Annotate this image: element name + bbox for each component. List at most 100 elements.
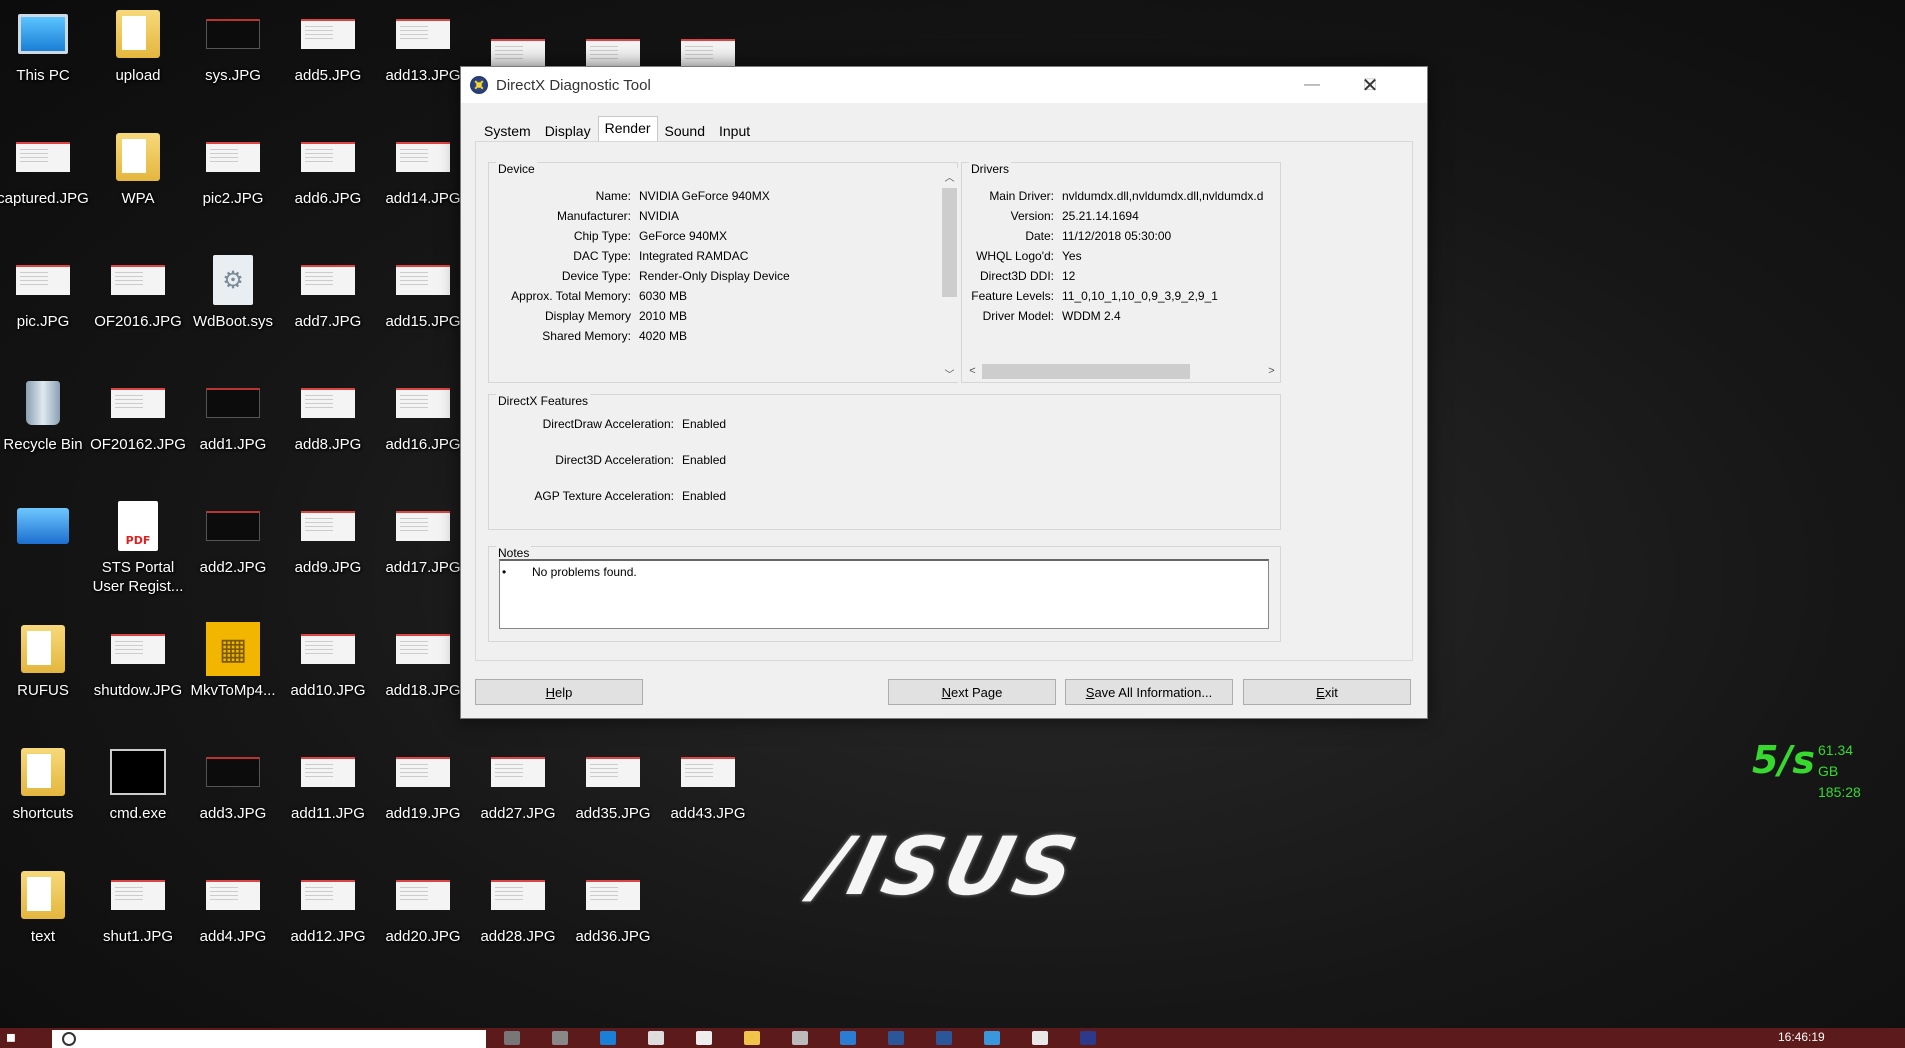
taskbar-app-icon[interactable]	[600, 1031, 616, 1045]
desktop-icon[interactable]: ▦ MkvToMp4...	[186, 615, 280, 730]
desktop-icon[interactable]	[0, 492, 90, 607]
desktop-icon[interactable]: RUFUS	[0, 615, 90, 730]
folder-icon	[110, 8, 166, 60]
sys-graphic: ⚙	[213, 255, 253, 305]
scrollbar-thumb[interactable]	[982, 364, 1190, 379]
help-label: elp	[555, 684, 573, 700]
desktop-icon[interactable]: upload	[91, 0, 185, 115]
desktop-icon[interactable]: add11.JPG	[281, 738, 375, 853]
desktop-icon[interactable]: add19.JPG	[376, 738, 470, 853]
folder-graphic	[116, 10, 160, 58]
exit-button[interactable]: Exit	[1243, 679, 1411, 705]
driver-row: Direct3D DDI: 12	[962, 269, 1075, 289]
driver-value: 12	[1062, 269, 1076, 283]
taskbar-clock[interactable]: 16:46:19	[1778, 1030, 1825, 1044]
desktop-icon[interactable]: cmd.exe	[91, 738, 185, 853]
taskbar-app-icon[interactable]	[1032, 1031, 1048, 1045]
desktop-icon[interactable]: add12.JPG	[281, 861, 375, 976]
desktop-icon[interactable]: add3.JPG	[186, 738, 280, 853]
taskbar-app-icon[interactable]	[888, 1031, 904, 1045]
desktop-icon[interactable]: add8.JPG	[281, 369, 375, 484]
jpg-dark-icon	[205, 500, 261, 552]
tab-render[interactable]: Render	[597, 116, 658, 141]
notes-box[interactable]: • No problems found.	[499, 559, 1269, 629]
taskbar-app-icon[interactable]	[840, 1031, 856, 1045]
desktop-icon[interactable]: pic2.JPG	[186, 123, 280, 238]
net-speed: 5/s	[1752, 738, 1815, 782]
desktop-icon[interactable]: PDF STS Portal User Regist...	[91, 492, 185, 607]
desktop-icon[interactable]: add16.JPG	[376, 369, 470, 484]
help-button[interactable]: Help	[475, 679, 643, 705]
taskbar-app-icon[interactable]	[696, 1031, 712, 1045]
scroll-down-arrow-icon[interactable]: ﹀	[941, 365, 958, 382]
desktop-icon[interactable]: add5.JPG	[281, 0, 375, 115]
scroll-right-arrow-icon[interactable]: >	[1263, 362, 1280, 380]
taskbar-app-icon[interactable]	[792, 1031, 808, 1045]
desktop-icon[interactable]: This PC	[0, 0, 90, 115]
desktop-icon[interactable]: shortcuts	[0, 738, 90, 853]
save-all-information-button[interactable]: Save All Information...	[1065, 679, 1233, 705]
desktop-icon[interactable]: Recycle Bin	[0, 369, 90, 484]
close-button[interactable]: ✕	[1341, 67, 1399, 103]
device-row: Shared Memory: 4020 MB	[489, 329, 687, 349]
desktop-icon[interactable]: add36.JPG	[566, 861, 660, 976]
driver-key: Driver Model:	[982, 309, 1054, 323]
taskbar-app-icon[interactable]	[984, 1031, 1000, 1045]
desktop-icon[interactable]: OF2016.JPG	[91, 246, 185, 361]
desktop-icon[interactable]: add2.JPG	[186, 492, 280, 607]
desktop-icon[interactable]: add27.JPG	[471, 738, 565, 853]
desktop-icon[interactable]: ⚙ WdBoot.sys	[186, 246, 280, 361]
desktop-icon[interactable]: add17.JPG	[376, 492, 470, 607]
jpg-white-graphic	[301, 19, 355, 49]
desktop-icon-label: MkvToMp4...	[190, 682, 276, 699]
desktop-icon[interactable]: add18.JPG	[376, 615, 470, 730]
scroll-left-arrow-icon[interactable]: <	[964, 362, 981, 380]
desktop-icon[interactable]: add15.JPG	[376, 246, 470, 361]
jpg-white-icon	[300, 869, 356, 921]
taskbar-search-box[interactable]	[52, 1030, 486, 1048]
taskbar-app-icon[interactable]	[744, 1031, 760, 1045]
taskbar-app-icon[interactable]	[1080, 1031, 1096, 1045]
scroll-up-arrow-icon[interactable]: ︿	[941, 168, 958, 185]
taskbar-app-icon[interactable]	[648, 1031, 664, 1045]
start-button[interactable]: ◼	[6, 1030, 22, 1046]
window-titlebar[interactable]: ✕ DirectX Diagnostic Tool — ☐ ✕	[461, 67, 1427, 103]
desktop-icon[interactable]: shutdow.JPG	[91, 615, 185, 730]
desktop-icon[interactable]: add6.JPG	[281, 123, 375, 238]
desktop-icon-label: shortcuts	[12, 805, 74, 822]
desktop-icon-label: add12.JPG	[290, 928, 366, 945]
asus-logo: /ISUS	[806, 820, 1089, 913]
minimize-button[interactable]: —	[1283, 67, 1341, 103]
device-vertical-scrollbar[interactable]: ︿ ﹀	[941, 168, 958, 382]
desktop-icon[interactable]: add10.JPG	[281, 615, 375, 730]
desktop-icon[interactable]: pic.JPG	[0, 246, 90, 361]
scrollbar-thumb[interactable]	[942, 188, 957, 297]
feature-row: DirectDraw Acceleration: Enabled	[489, 417, 726, 437]
driver-value: 25.21.14.1694	[1062, 209, 1139, 223]
desktop-icon[interactable]: add35.JPG	[566, 738, 660, 853]
desktop-icon[interactable]: add20.JPG	[376, 861, 470, 976]
desktop-icon[interactable]: sys.JPG	[186, 0, 280, 115]
notes-text: No problems found.	[532, 565, 637, 579]
taskbar-app-icon[interactable]	[936, 1031, 952, 1045]
desktop-icon[interactable]: add28.JPG	[471, 861, 565, 976]
desktop-icon[interactable]: captured.JPG	[0, 123, 90, 238]
desktop-icon[interactable]: add7.JPG	[281, 246, 375, 361]
taskbar-app-icon[interactable]	[552, 1031, 568, 1045]
desktop-icon-label: add14.JPG	[385, 190, 461, 207]
device-value: Render-Only Display Device	[639, 269, 790, 283]
desktop-icon[interactable]: add43.JPG	[661, 738, 755, 853]
desktop-icon[interactable]: add13.JPG	[376, 0, 470, 115]
desktop-icon[interactable]: shut1.JPG	[91, 861, 185, 976]
desktop-icon[interactable]: add1.JPG	[186, 369, 280, 484]
desktop-icon[interactable]: OF20162.JPG	[90, 369, 186, 484]
next-page-button[interactable]: Next Page	[888, 679, 1056, 705]
device-key: Display Memory	[544, 309, 631, 323]
desktop-icon[interactable]: add14.JPG	[376, 123, 470, 238]
desktop-icon[interactable]: text	[0, 861, 90, 976]
desktop-icon[interactable]: add4.JPG	[186, 861, 280, 976]
taskbar-app-icon[interactable]	[504, 1031, 520, 1045]
desktop-icon[interactable]: add9.JPG	[281, 492, 375, 607]
drivers-horizontal-scrollbar[interactable]: < >	[964, 361, 1280, 381]
desktop-icon[interactable]: WPA	[91, 123, 185, 238]
